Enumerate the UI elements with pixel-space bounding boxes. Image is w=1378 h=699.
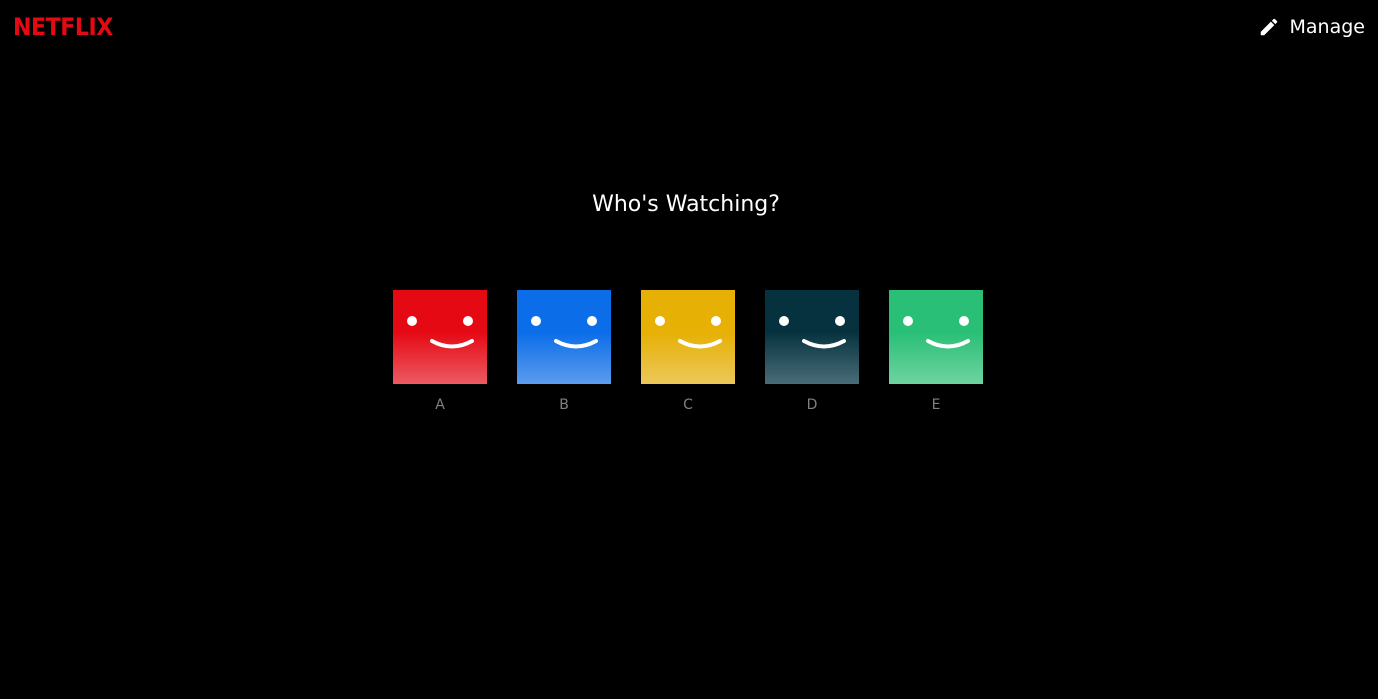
- profile-list: A B C D E: [393, 290, 983, 414]
- smiley-avatar-icon[interactable]: [889, 290, 983, 384]
- smiley-avatar-icon[interactable]: [765, 290, 859, 384]
- profile-name: C: [683, 397, 693, 413]
- smiley-avatar-icon[interactable]: [641, 290, 735, 384]
- profile-d[interactable]: D: [765, 290, 859, 414]
- smiley-avatar-icon[interactable]: [393, 290, 487, 384]
- manage-profiles-button[interactable]: Manage: [1258, 13, 1365, 41]
- manage-label: Manage: [1289, 16, 1365, 38]
- profile-e[interactable]: E: [889, 290, 983, 414]
- profile-name: D: [806, 397, 818, 413]
- profile-b[interactable]: B: [517, 290, 611, 414]
- pencil-icon: [1258, 16, 1280, 38]
- profile-name: A: [435, 397, 445, 413]
- profile-name: E: [931, 397, 941, 413]
- profile-c[interactable]: C: [641, 290, 735, 414]
- profile-a[interactable]: A: [393, 290, 487, 414]
- profile-name: B: [559, 397, 569, 413]
- page-title: Who's Watching?: [592, 192, 780, 217]
- netflix-logo[interactable]: NETFLIX: [13, 12, 113, 42]
- smiley-avatar-icon[interactable]: [517, 290, 611, 384]
